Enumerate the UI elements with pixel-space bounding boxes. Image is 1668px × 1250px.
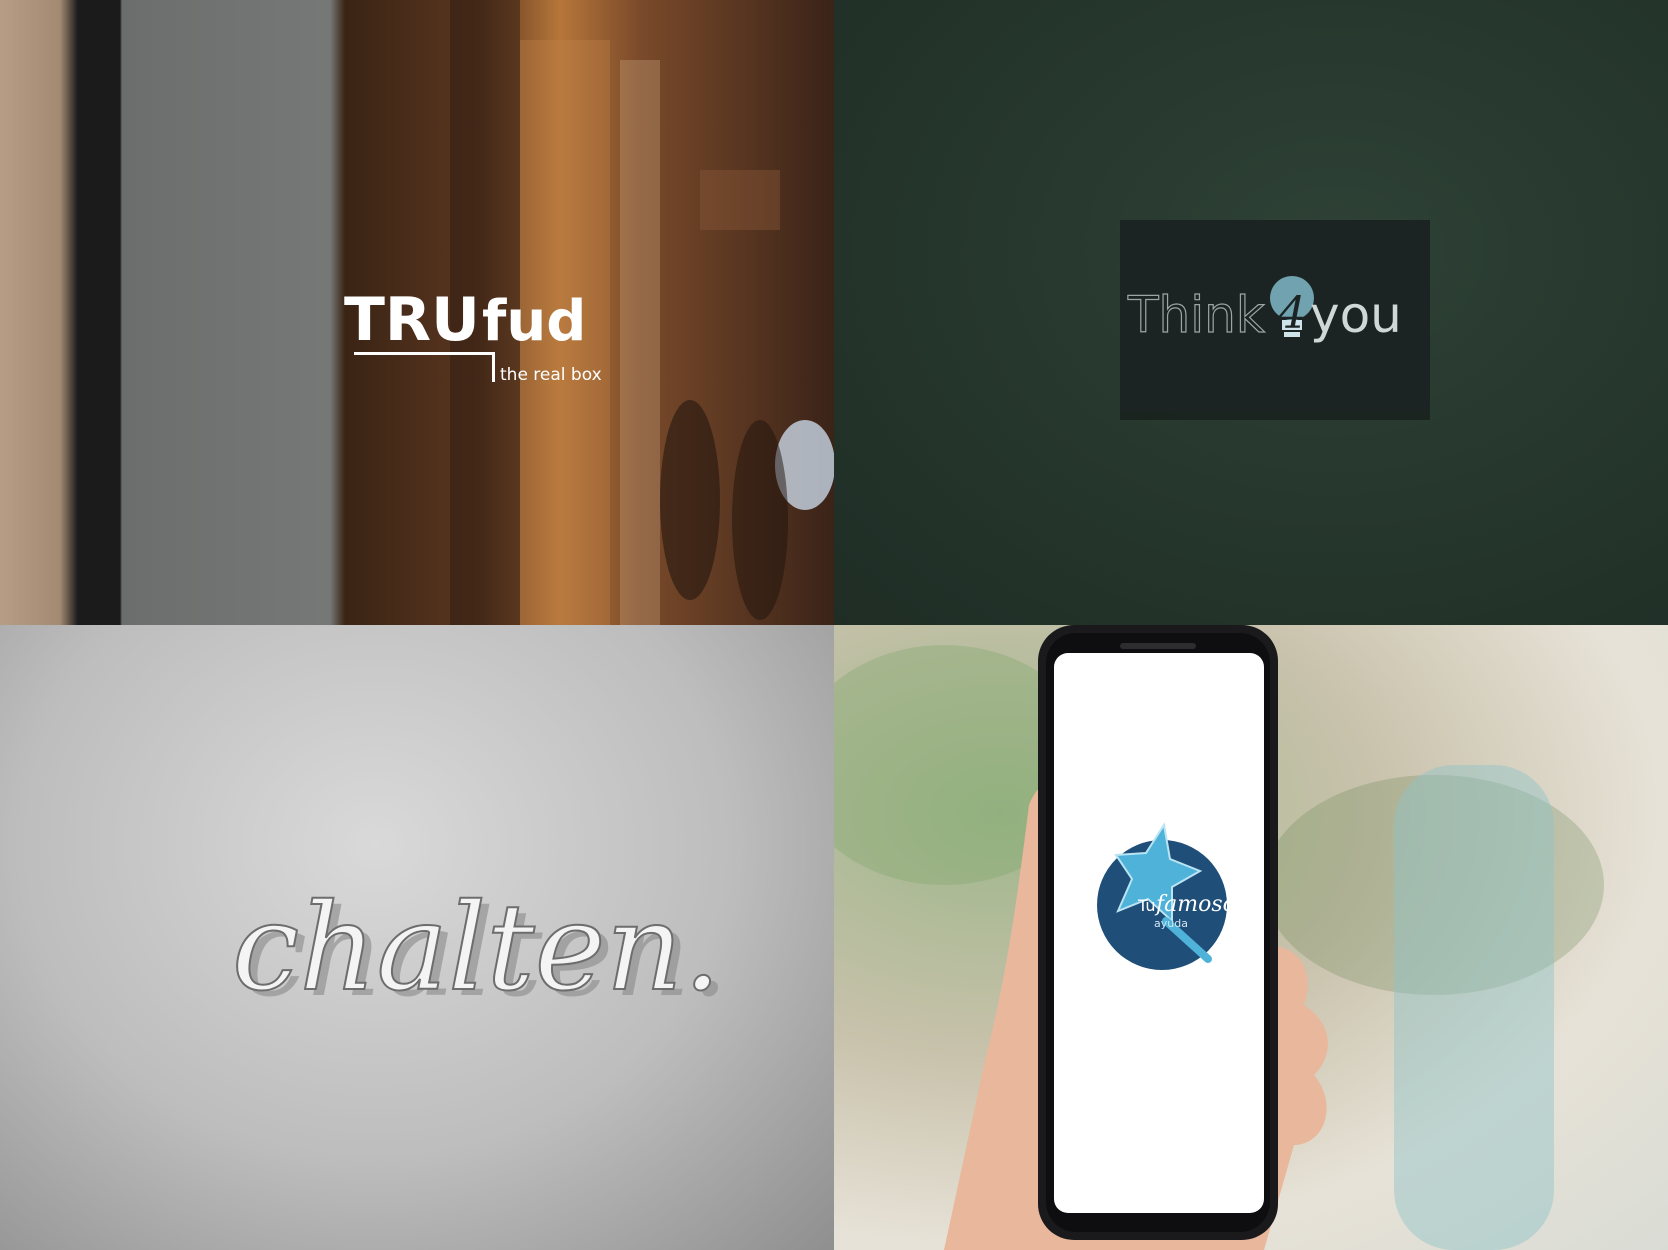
think4you-card-mockup: Think 4 you	[834, 0, 1668, 625]
trufud-scene: TRU fud the real box	[344, 0, 834, 625]
phone-speaker	[1120, 643, 1196, 649]
tufamoso-name: famoso	[1154, 892, 1236, 917]
bottle-blur	[1394, 765, 1554, 1250]
trufud-window-mockup: TRU fud the real box	[0, 0, 834, 625]
tufamoso-subline: ayuda	[1154, 917, 1188, 930]
tufamoso-phone-mockup: Tu famoso ayuda	[834, 625, 1668, 1250]
chalten-wall-mockup: chalten. chalten.	[0, 625, 834, 1250]
tufamoso-prefix: Tu	[1137, 896, 1155, 915]
think4you-scene: Think 4 you	[1120, 220, 1430, 420]
trufud-brand-accent: fud	[482, 289, 586, 354]
chalten-scene: chalten. chalten.	[231, 878, 729, 1024]
chalten-wordmark: chalten.	[232, 879, 721, 1018]
trufud-tagline: the real box	[500, 365, 602, 385]
trufud-underline	[354, 352, 494, 355]
think-word-left: Think	[1127, 286, 1265, 344]
tufamoso-scene: Tu famoso ayuda	[834, 625, 1604, 1250]
think-numeral: 4	[1277, 288, 1306, 339]
trufud-divider	[492, 352, 495, 382]
trufud-brand-main: TRU	[344, 285, 480, 355]
think-word-right: you	[1310, 286, 1402, 344]
